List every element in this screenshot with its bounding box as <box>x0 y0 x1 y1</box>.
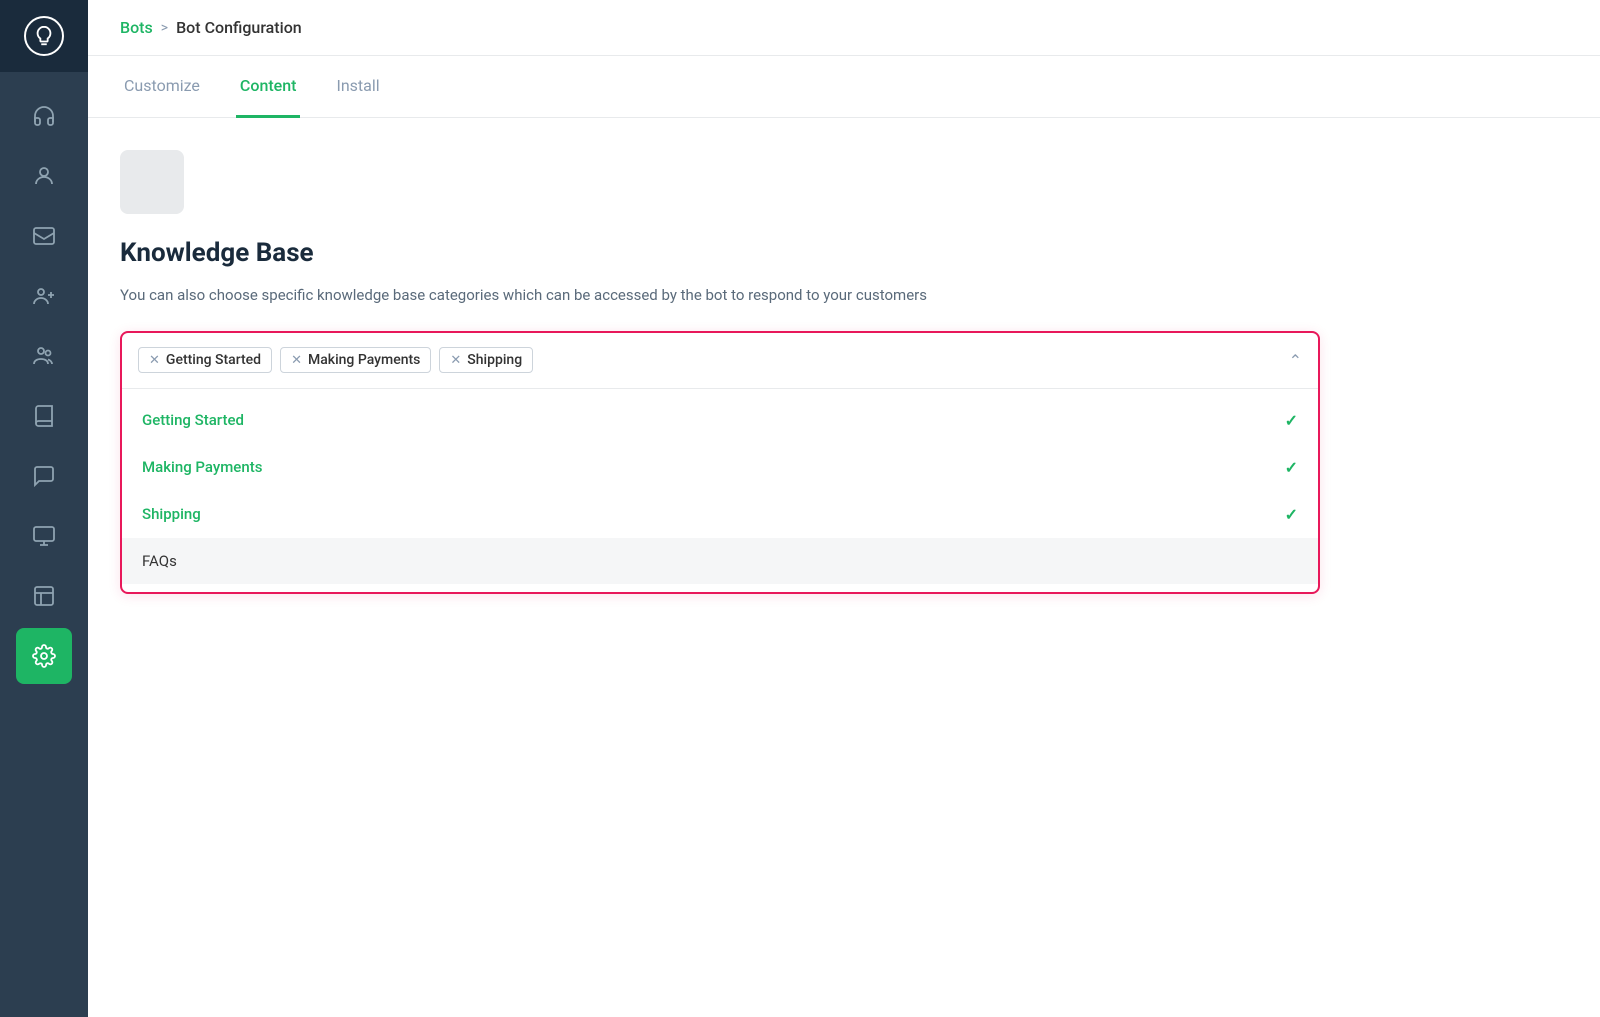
sidebar-item-settings[interactable] <box>16 628 72 684</box>
dropdown-item-faqs[interactable]: FAQs <box>122 538 1318 584</box>
sidebar-item-reports[interactable] <box>16 568 72 624</box>
page-content: Knowledge Base You can also choose speci… <box>88 118 1448 626</box>
tab-customize[interactable]: Customize <box>120 56 204 118</box>
app-logo-icon <box>24 16 64 56</box>
tag-remove-making-payments[interactable]: ✕ <box>291 354 302 367</box>
section-title: Knowledge Base <box>120 238 1416 268</box>
sidebar-item-contacts[interactable] <box>16 268 72 324</box>
sidebar-item-inbox[interactable] <box>16 208 72 264</box>
tag-label-getting-started: Getting Started <box>166 352 261 368</box>
breadcrumb: Bots > Bot Configuration <box>120 18 302 37</box>
sidebar-item-campaigns[interactable] <box>16 508 72 564</box>
selected-tag-shipping[interactable]: ✕ Shipping <box>439 347 533 373</box>
dropdown-item-label-getting-started: Getting Started <box>142 411 244 429</box>
sidebar <box>0 0 88 1017</box>
page-header: Bots > Bot Configuration <box>88 0 1600 56</box>
sidebar-item-profile[interactable] <box>16 148 72 204</box>
main-area: Bots > Bot Configuration Customize Conte… <box>88 0 1600 1017</box>
sidebar-item-teams[interactable] <box>16 328 72 384</box>
tabs-bar: Customize Content Install <box>88 56 1600 118</box>
dropdown-item-label-shipping: Shipping <box>142 505 201 523</box>
tag-label-making-payments: Making Payments <box>308 352 420 368</box>
content-area: Customize Content Install Knowledge Base… <box>88 56 1600 1017</box>
sidebar-nav <box>0 72 88 1017</box>
bot-header <box>120 150 1416 214</box>
selected-tag-making-payments[interactable]: ✕ Making Payments <box>280 347 431 373</box>
check-icon-making-payments: ✓ <box>1285 458 1298 477</box>
tag-remove-getting-started[interactable]: ✕ <box>149 354 160 367</box>
breadcrumb-separator: > <box>161 20 168 36</box>
dropdown-item-making-payments[interactable]: Making Payments ✓ <box>122 444 1318 491</box>
breadcrumb-parent[interactable]: Bots <box>120 18 153 37</box>
sidebar-item-support[interactable] <box>16 88 72 144</box>
tag-remove-shipping[interactable]: ✕ <box>450 354 461 367</box>
dropdown-chevron-up-icon[interactable]: ⌃ <box>1289 351 1302 370</box>
dropdown-item-getting-started[interactable]: Getting Started ✓ <box>122 397 1318 444</box>
sidebar-item-knowledge[interactable] <box>16 388 72 444</box>
knowledge-base-selector[interactable]: ✕ Getting Started ✕ Making Payments ✕ Sh… <box>120 331 1320 594</box>
check-icon-getting-started: ✓ <box>1285 411 1298 430</box>
dropdown-item-shipping[interactable]: Shipping ✓ <box>122 491 1318 538</box>
section-description: You can also choose specific knowledge b… <box>120 284 1120 307</box>
dropdown-item-label-faqs: FAQs <box>142 552 177 570</box>
dropdown-list: Getting Started ✓ Making Payments ✓ Ship… <box>122 389 1318 592</box>
tab-content[interactable]: Content <box>236 56 301 118</box>
breadcrumb-current: Bot Configuration <box>176 18 302 37</box>
tag-label-shipping: Shipping <box>467 352 522 368</box>
selected-tag-getting-started[interactable]: ✕ Getting Started <box>138 347 272 373</box>
check-icon-shipping: ✓ <box>1285 505 1298 524</box>
bot-avatar <box>120 150 184 214</box>
multi-select-header[interactable]: ✕ Getting Started ✕ Making Payments ✕ Sh… <box>122 333 1318 389</box>
tab-install[interactable]: Install <box>332 56 383 118</box>
sidebar-logo <box>0 0 88 72</box>
dropdown-item-label-making-payments: Making Payments <box>142 458 262 476</box>
sidebar-item-conversations[interactable] <box>16 448 72 504</box>
